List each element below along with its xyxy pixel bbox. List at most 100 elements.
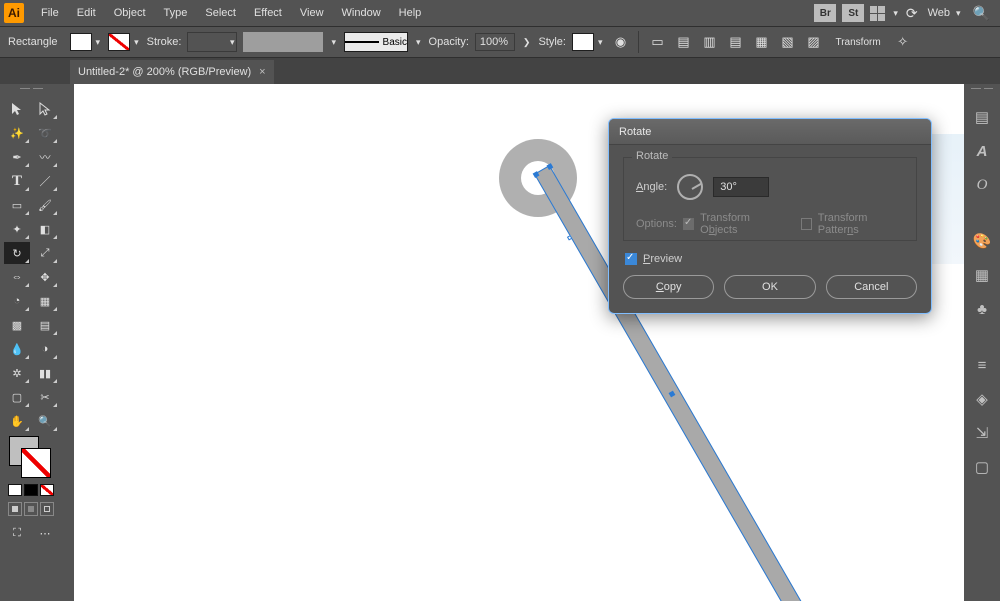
style-swatch[interactable]: ▾ xyxy=(572,33,605,51)
brush-chevron[interactable]: ▾ xyxy=(414,37,423,48)
dock-grip[interactable] xyxy=(971,88,993,94)
shaper-tool[interactable]: ✦ xyxy=(4,218,30,240)
stroke-profile-chevron[interactable]: ▾ xyxy=(329,37,338,48)
draw-inside-icon[interactable] xyxy=(40,502,54,516)
align-hcenter-icon[interactable]: ▥ xyxy=(699,32,719,52)
sync-icon[interactable]: ⟳ xyxy=(906,5,918,22)
properties-panel-icon[interactable]: ▤ xyxy=(971,106,993,128)
line-segment-tool[interactable]: ／ xyxy=(32,170,58,192)
ok-button[interactable]: OK xyxy=(724,275,815,299)
preview-checkbox[interactable] xyxy=(625,253,637,265)
mesh-tool[interactable]: ▩ xyxy=(4,314,30,336)
stroke-profile[interactable] xyxy=(243,32,323,52)
angle-dial[interactable] xyxy=(677,174,703,200)
free-transform-tool[interactable]: ✥ xyxy=(32,266,58,288)
paintbrush-tool[interactable]: 🖌 xyxy=(32,194,58,216)
eraser-tool[interactable]: ◧ xyxy=(32,218,58,240)
options-bar: Rectangle ▾ ▾ Stroke: ▾ ▾ Basic▾ Opacity… xyxy=(0,26,1000,58)
align-to-icon[interactable]: ▭ xyxy=(647,32,667,52)
arrange-chevron-icon[interactable]: ▾ xyxy=(891,8,900,19)
symbol-sprayer-tool[interactable]: ✲ xyxy=(4,362,30,384)
artboard-tool[interactable]: ▢ xyxy=(4,386,30,408)
menu-select[interactable]: Select xyxy=(196,0,245,26)
stroke-panel-icon[interactable]: ≡ xyxy=(971,354,993,376)
draw-normal-icon[interactable] xyxy=(8,502,22,516)
stroke-weight-field[interactable]: ▾ xyxy=(187,32,237,52)
anchor-point[interactable] xyxy=(567,235,572,240)
layers-panel-icon[interactable]: ◈ xyxy=(971,388,993,410)
angle-input[interactable]: 30° xyxy=(713,177,769,197)
blend-tool[interactable]: ◑ xyxy=(32,338,58,360)
hand-tool[interactable]: ✋ xyxy=(4,410,30,432)
selection-handle[interactable] xyxy=(669,391,676,398)
symbols-panel-icon[interactable]: ♣ xyxy=(971,298,993,320)
column-graph-tool[interactable]: ▮▮ xyxy=(32,362,58,384)
opacity-chevron[interactable]: ❯ xyxy=(521,37,533,48)
document-tab[interactable]: Untitled-2* @ 200% (RGB/Preview) × xyxy=(70,60,274,84)
character-panel-icon[interactable]: O xyxy=(971,174,993,196)
align-top-icon[interactable]: ▦ xyxy=(751,32,771,52)
menu-effect[interactable]: Effect xyxy=(245,0,291,26)
recolor-icon[interactable]: ◉ xyxy=(610,32,630,52)
color-mode-icon[interactable] xyxy=(8,484,22,496)
rectangle-tool[interactable]: ▭ xyxy=(4,194,30,216)
fill-swatch[interactable]: ▾ xyxy=(70,33,103,51)
curvature-tool[interactable]: 〰 xyxy=(32,146,58,168)
opacity-field[interactable]: 100% xyxy=(475,33,515,51)
menu-view[interactable]: View xyxy=(291,0,333,26)
swatches-panel-icon[interactable]: ▦ xyxy=(971,264,993,286)
slice-tool[interactable]: ✂ xyxy=(32,386,58,408)
menu-type[interactable]: Type xyxy=(155,0,197,26)
screen-mode-icon[interactable]: ⛶ xyxy=(4,522,30,544)
align-bottom-icon[interactable]: ▨ xyxy=(803,32,823,52)
edit-toolbar-icon[interactable]: ⋯ xyxy=(32,522,58,544)
rotate-tool[interactable]: ↻ xyxy=(4,242,30,264)
dialog-titlebar[interactable]: Rotate xyxy=(609,119,931,145)
stroke-swatch[interactable]: ▾ xyxy=(108,33,141,51)
brush-selector[interactable]: Basic xyxy=(344,32,408,52)
fill-stroke-swatch[interactable] xyxy=(7,436,55,480)
gradient-mode-icon[interactable] xyxy=(24,484,38,496)
shape-builder-tool[interactable]: ◔ xyxy=(4,290,30,312)
width-tool[interactable]: ⇔ xyxy=(4,266,30,288)
magic-wand-tool[interactable]: ✨ xyxy=(4,122,30,144)
menu-object[interactable]: Object xyxy=(105,0,155,26)
stock-button[interactable]: St xyxy=(842,4,864,22)
menu-edit[interactable]: Edit xyxy=(68,0,105,26)
transform-panel-button[interactable]: Transform xyxy=(829,37,886,48)
bridge-button[interactable]: Br xyxy=(814,4,836,22)
lasso-tool[interactable]: ➰ xyxy=(32,122,58,144)
color-panel-icon[interactable]: 🎨 xyxy=(971,230,993,252)
stroke-color[interactable] xyxy=(21,448,51,478)
cancel-button[interactable]: Cancel xyxy=(826,275,917,299)
selection-handle[interactable] xyxy=(533,171,540,178)
selection-tool[interactable] xyxy=(4,98,30,120)
isolate-icon[interactable]: ✧ xyxy=(893,32,913,52)
scale-tool[interactable]: ⤢ xyxy=(32,242,58,264)
menu-window[interactable]: Window xyxy=(333,0,390,26)
artboards-panel-icon[interactable]: ▢ xyxy=(971,456,993,478)
align-vcenter-icon[interactable]: ▧ xyxy=(777,32,797,52)
search-icon[interactable]: 🔍 xyxy=(967,5,996,22)
draw-behind-icon[interactable] xyxy=(24,502,38,516)
pen-tool[interactable]: ✒ xyxy=(4,146,30,168)
arrange-documents-icon[interactable] xyxy=(870,6,885,21)
direct-selection-tool[interactable] xyxy=(32,98,58,120)
close-tab-icon[interactable]: × xyxy=(259,66,265,78)
align-left-icon[interactable]: ▤ xyxy=(673,32,693,52)
libraries-panel-icon[interactable]: A xyxy=(971,140,993,162)
none-mode-icon[interactable] xyxy=(40,484,54,496)
copy-button[interactable]: CopyCopy xyxy=(623,275,714,299)
type-tool[interactable]: T xyxy=(4,170,30,192)
chevron-down-icon: ▾ xyxy=(954,8,963,19)
menu-help[interactable]: Help xyxy=(390,0,431,26)
toolbox-grip[interactable] xyxy=(13,88,49,94)
align-right-icon[interactable]: ▤ xyxy=(725,32,745,52)
workspace-switcher[interactable]: Web ▾ xyxy=(924,7,967,19)
asset-export-panel-icon[interactable]: ⇲ xyxy=(971,422,993,444)
gradient-tool[interactable]: ▤ xyxy=(32,314,58,336)
perspective-grid-tool[interactable]: ▦ xyxy=(32,290,58,312)
menu-file[interactable]: File xyxy=(32,0,68,26)
zoom-tool[interactable]: 🔍 xyxy=(32,410,58,432)
eyedropper-tool[interactable]: 💧 xyxy=(4,338,30,360)
